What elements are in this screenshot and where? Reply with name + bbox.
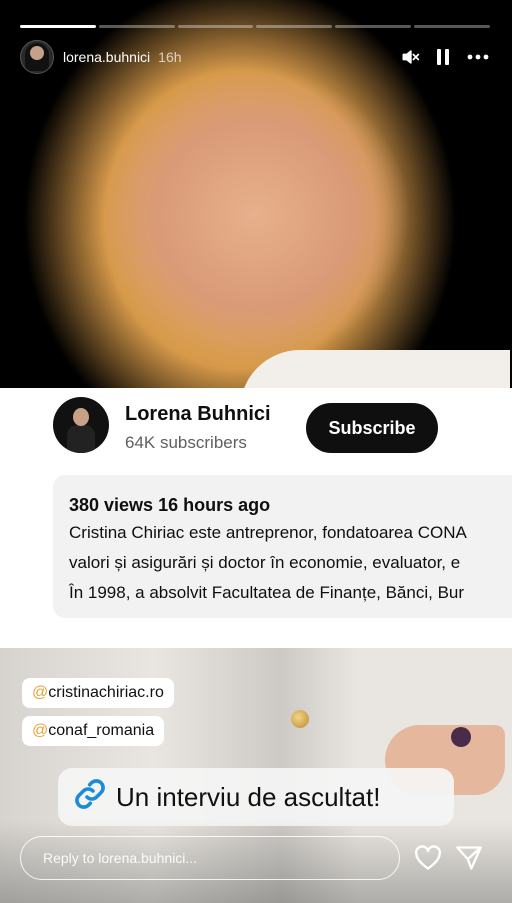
mention-sticker[interactable]: @ cristinachiriac.ro xyxy=(22,678,174,708)
pause-icon[interactable] xyxy=(434,47,452,67)
reply-input[interactable] xyxy=(41,849,365,867)
story-viewer[interactable]: lorena.buhnici 16h Lorena Buhnici 64K su… xyxy=(0,0,512,903)
progress-segment xyxy=(335,25,412,28)
at-icon: @ xyxy=(32,684,49,701)
progress-segment xyxy=(256,25,333,28)
channel-name: Lorena Buhnici xyxy=(125,403,271,425)
story-username[interactable]: lorena.buhnici xyxy=(63,49,150,65)
jacket-button xyxy=(291,710,309,728)
progress-segment xyxy=(98,25,175,28)
mute-icon[interactable] xyxy=(400,47,420,67)
header-controls xyxy=(400,47,490,67)
description-line: Cristina Chiriac este antreprenor, fonda… xyxy=(69,523,467,542)
at-icon: @ xyxy=(32,722,49,739)
progress-segment xyxy=(414,25,490,28)
story-progress xyxy=(20,25,490,28)
link-sticker[interactable]: Un interviu de ascultat! xyxy=(58,768,454,826)
nail xyxy=(451,727,471,747)
more-icon[interactable] xyxy=(466,47,490,67)
link-sticker-text: Un interviu de ascultat! xyxy=(116,781,381,812)
progress-segment xyxy=(177,25,254,28)
video-description: 380 views 16 hours ago Cristina Chiriac … xyxy=(53,475,512,618)
avatar[interactable] xyxy=(20,40,54,74)
mention-text: conaf_romania xyxy=(48,722,155,739)
story-header: lorena.buhnici 16h xyxy=(20,40,490,74)
progress-segment xyxy=(20,25,96,28)
link-icon xyxy=(72,776,108,819)
reply-bar[interactable] xyxy=(20,836,400,880)
send-icon[interactable] xyxy=(455,845,483,871)
description-line: valori și asigurări și doctor în economi… xyxy=(69,553,461,572)
heart-icon[interactable] xyxy=(414,845,442,871)
description-line: În 1998, a absolvit Facultatea de Finanț… xyxy=(69,583,465,602)
story-time: 16h xyxy=(158,49,182,65)
channel-avatar xyxy=(53,397,109,453)
subscribe-button[interactable]: Subscribe xyxy=(306,403,438,453)
video-meta: 380 views 16 hours ago xyxy=(69,495,271,515)
mention-text: cristinachiriac.ro xyxy=(48,684,164,701)
subscriber-count: 64K subscribers xyxy=(125,433,247,452)
mention-sticker[interactable]: @ conaf_romania xyxy=(22,716,165,746)
